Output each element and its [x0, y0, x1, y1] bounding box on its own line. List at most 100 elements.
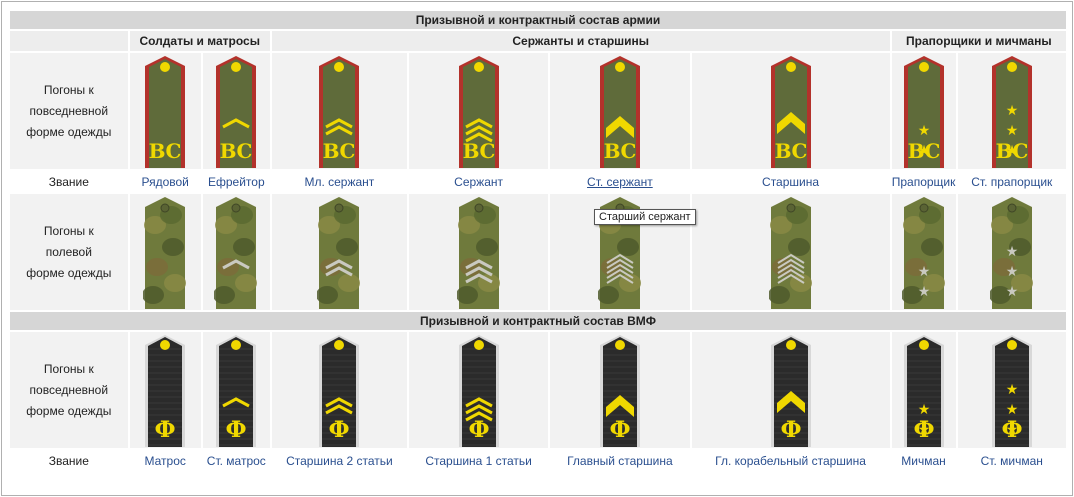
- army-shoulder-board-8: ★ ★ ★ ВС: [957, 53, 1066, 169]
- field-shoulder-board-2: [202, 194, 270, 310]
- svg-text:★: ★: [1005, 402, 1018, 418]
- navy-shoulder-board-7: ★ ★ Ф: [891, 332, 956, 448]
- svg-text:Ф: Ф: [913, 417, 934, 443]
- navy-shoulder-board-8: ★ ★ ★ Ф: [957, 332, 1066, 448]
- group-header-warrant: Прапорщики и мичманы: [891, 31, 1066, 51]
- navy-rank-cell: Ст. мичман: [957, 450, 1066, 471]
- label-line: форме одежды: [26, 403, 112, 418]
- svg-text:★: ★: [1005, 103, 1018, 119]
- row-label-army-daily: Погоны к повседневной форме одежды: [10, 53, 128, 169]
- group-header-blank: [10, 31, 128, 51]
- row-label-rank: Звание: [10, 171, 128, 192]
- navy-rank-cell: Матрос: [129, 450, 201, 471]
- svg-text:★: ★: [1005, 284, 1018, 300]
- label-line: повседневной: [29, 103, 109, 118]
- label-line: форме одежды: [26, 124, 112, 139]
- rank-insignia-table: Призывной и контрактный состав армии Сол…: [8, 9, 1068, 473]
- navy-rank-cell: Главный старшина: [550, 450, 690, 471]
- svg-text:Ф: Ф: [1001, 417, 1022, 443]
- field-shoulder-board-6: [691, 194, 890, 310]
- navy-rank-link[interactable]: Гл. корабельный старшина: [715, 454, 866, 468]
- field-shoulder-board-1: [129, 194, 201, 310]
- navy-rank-link[interactable]: Мичман: [901, 454, 946, 468]
- row-label-army-field: Погоны к полевой форме одежды: [10, 194, 128, 310]
- label-line: повседневной: [29, 382, 109, 397]
- army-section-title: Призывной и контрактный состав армии: [10, 11, 1066, 29]
- navy-rank-link[interactable]: Матрос: [145, 454, 186, 468]
- army-rank-cell: Ст. прапорщик: [957, 171, 1066, 192]
- army-rank-link[interactable]: Ефрейтор: [208, 175, 265, 189]
- label-line: Погоны к: [43, 82, 94, 97]
- svg-text:ВС: ВС: [774, 139, 807, 163]
- army-shoulder-board-7: ★ ★ ВС: [891, 53, 956, 169]
- group-header-sergeants: Сержанты и старшины: [271, 31, 890, 51]
- navy-shoulder-board-6: Ф: [691, 332, 890, 448]
- navy-rank-link[interactable]: Старшина 1 статьи: [425, 454, 532, 468]
- navy-rank-link[interactable]: Ст. матрос: [207, 454, 266, 468]
- svg-text:★: ★: [1005, 382, 1018, 398]
- army-rank-link[interactable]: Прапорщик: [892, 175, 956, 189]
- svg-text:★: ★: [1005, 244, 1018, 260]
- army-shoulder-board-5: ВС: [550, 53, 690, 169]
- army-rank-link[interactable]: Ст. прапорщик: [971, 175, 1052, 189]
- svg-text:ВС: ВС: [907, 139, 940, 163]
- svg-text:ВС: ВС: [149, 139, 182, 163]
- army-rank-cell: Рядовой: [129, 171, 201, 192]
- navy-shoulder-board-3: Ф: [271, 332, 407, 448]
- svg-text:★: ★: [1005, 264, 1018, 280]
- navy-rank-cell: Старшина 1 статьи: [408, 450, 549, 471]
- svg-text:★: ★: [1005, 123, 1018, 139]
- svg-text:★: ★: [917, 123, 930, 139]
- army-shoulder-board-2: ВС: [202, 53, 270, 169]
- army-rank-link[interactable]: Сержант: [454, 175, 503, 189]
- navy-section-title: Призывной и контрактный состав ВМФ: [10, 312, 1066, 330]
- army-rank-cell: Прапорщик: [891, 171, 956, 192]
- svg-text:Ф: Ф: [226, 417, 247, 443]
- navy-rank-link[interactable]: Главный старшина: [567, 454, 673, 468]
- field-shoulder-board-3: [271, 194, 407, 310]
- svg-text:ВС: ВС: [603, 139, 636, 163]
- rank-table-frame: Призывной и контрактный состав армии Сол…: [1, 1, 1073, 496]
- svg-text:★: ★: [917, 402, 930, 418]
- navy-shoulder-board-2: Ф: [202, 332, 270, 448]
- svg-text:Ф: Ф: [155, 417, 176, 443]
- navy-rank-cell: Ст. матрос: [202, 450, 270, 471]
- army-rank-link[interactable]: Рядовой: [141, 175, 188, 189]
- svg-text:ВС: ВС: [220, 139, 253, 163]
- row-label-rank: Звание: [10, 450, 128, 471]
- svg-text:★: ★: [917, 284, 930, 300]
- field-shoulder-board-4: [408, 194, 549, 310]
- army-shoulder-board-6: ВС: [691, 53, 890, 169]
- army-rank-cell: Мл. сержант: [271, 171, 407, 192]
- army-shoulder-board-1: ВС: [129, 53, 201, 169]
- navy-rank-cell: Старшина 2 статьи: [271, 450, 407, 471]
- svg-text:ВС: ВС: [995, 139, 1028, 163]
- label-line: Погоны к: [43, 223, 94, 238]
- navy-rank-cell: Гл. корабельный старшина: [691, 450, 890, 471]
- row-label-navy-daily: Погоны к повседневной форме одежды: [10, 332, 128, 448]
- army-rank-cell: Старшина: [691, 171, 890, 192]
- army-shoulder-board-4: ВС: [408, 53, 549, 169]
- navy-shoulder-board-1: Ф: [129, 332, 201, 448]
- svg-text:ВС: ВС: [323, 139, 356, 163]
- army-rank-link[interactable]: Старшина: [762, 175, 819, 189]
- navy-rank-link[interactable]: Ст. мичман: [981, 454, 1043, 468]
- army-rank-link[interactable]: Ст. сержант: [587, 175, 653, 189]
- label-line: полевой: [45, 244, 92, 259]
- field-shoulder-board-8: ★ ★ ★: [957, 194, 1066, 310]
- army-rank-cell: Ст. сержант: [550, 171, 690, 192]
- label-line: Погоны к: [43, 361, 94, 376]
- army-rank-cell: Ефрейтор: [202, 171, 270, 192]
- svg-text:Ф: Ф: [468, 417, 489, 443]
- svg-text:Ф: Ф: [609, 417, 630, 443]
- svg-text:ВС: ВС: [462, 139, 495, 163]
- navy-rank-link[interactable]: Старшина 2 статьи: [286, 454, 393, 468]
- field-shoulder-board-7: ★ ★: [891, 194, 956, 310]
- navy-shoulder-board-4: Ф: [408, 332, 549, 448]
- army-rank-cell: Сержант: [408, 171, 549, 192]
- svg-text:★: ★: [917, 264, 930, 280]
- svg-text:Ф: Ф: [780, 417, 801, 443]
- label-line: форме одежды: [26, 265, 112, 280]
- navy-shoulder-board-5: Ф: [550, 332, 690, 448]
- army-rank-link[interactable]: Мл. сержант: [304, 175, 374, 189]
